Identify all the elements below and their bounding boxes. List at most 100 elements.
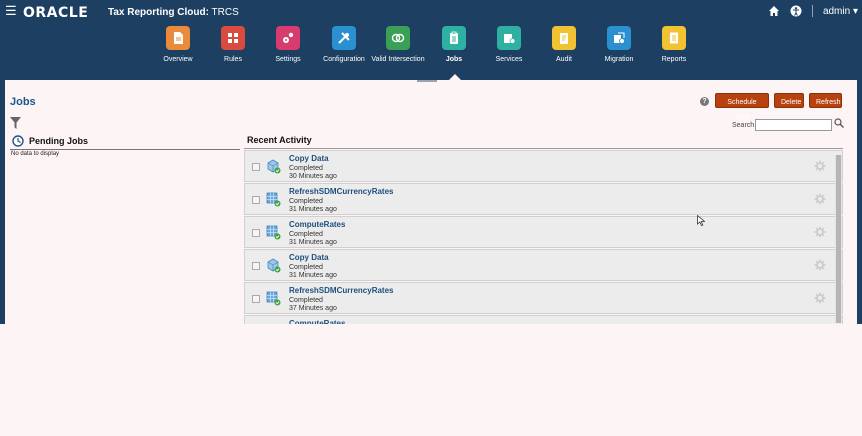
clipboard-icon [450, 31, 458, 44]
nav-tile[interactable] [497, 26, 521, 50]
job-time: 31 Minutes ago [289, 206, 337, 213]
grid-icon [228, 33, 238, 43]
ruleset-icon [266, 225, 281, 240]
nav-item-overview[interactable]: Overview [148, 26, 208, 63]
top-bar: ☰ ORACLE Tax Reporting Cloud: TRCS admin… [0, 0, 862, 80]
job-row[interactable]: ComputeRates Completed 31 Minutes ago [244, 216, 843, 248]
product-title: Tax Reporting Cloud: TRCS [108, 7, 239, 19]
job-row[interactable]: Copy Data Completed 31 Minutes ago [244, 249, 843, 281]
document-icon [174, 32, 183, 44]
gear-icon[interactable] [814, 292, 826, 304]
gears-icon [283, 32, 294, 43]
job-row[interactable]: RefreshSDMCurrencyRates Completed 37 Minut… [244, 282, 843, 314]
nav-tile[interactable] [221, 26, 245, 50]
oracle-logo: ORACLE [23, 5, 89, 21]
recent-scrollbar[interactable] [835, 155, 842, 323]
nav-tile[interactable] [662, 26, 686, 50]
user-menu[interactable]: admin ▾ [823, 6, 858, 17]
job-name[interactable]: ComputeRates [289, 319, 345, 324]
job-name[interactable]: Copy Data [289, 253, 329, 262]
nav-item-configuration[interactable]: Configuration [314, 26, 374, 63]
recent-activity-list: Copy Data Completed 30 Minutes ago RefreshS… [244, 148, 843, 324]
search-input[interactable] [755, 119, 832, 131]
product-env: TRCS [211, 7, 239, 18]
nav-tile[interactable] [276, 26, 300, 50]
gear-icon[interactable] [814, 193, 826, 205]
nav-item-rules[interactable]: Rules [203, 26, 263, 63]
nav-label: Migration [604, 56, 634, 63]
job-name[interactable]: RefreshSDMCurrencyRates [289, 187, 393, 196]
nav-item-services[interactable]: Services [479, 26, 539, 63]
ruleset-icon [265, 323, 281, 324]
row-checkbox[interactable] [252, 295, 260, 303]
job-status: Completed [289, 297, 323, 304]
job-status: Completed [289, 264, 323, 271]
nav-item-migration[interactable]: Migration [589, 26, 649, 63]
job-time: 31 Minutes ago [289, 239, 337, 246]
row-checkbox[interactable] [252, 262, 260, 270]
nav-bar: Overview Rules Settings Configuration Valid … [0, 26, 862, 70]
search-icon[interactable] [834, 118, 844, 128]
page-title: Jobs [10, 96, 36, 108]
schedule-jobs-button[interactable]: Schedule Jobs [715, 93, 769, 121]
nav-item-audit[interactable]: Audit [534, 26, 594, 63]
pending-empty-text: No data to display [11, 151, 60, 157]
job-time: 37 Minutes ago [289, 305, 337, 312]
right-frame [857, 80, 862, 324]
left-frame [0, 80, 5, 324]
tools-icon [338, 32, 350, 44]
job-status: Completed [289, 198, 323, 205]
help-icon[interactable]: ? [700, 97, 709, 106]
accessibility-icon[interactable] [790, 5, 802, 17]
product-name: Tax Reporting Cloud: [108, 7, 209, 18]
recent-scroll-thumb[interactable] [836, 155, 841, 323]
home-icon[interactable] [768, 5, 780, 17]
job-row[interactable]: ComputeRates [244, 315, 843, 324]
nav-label: Valid Intersection [371, 56, 425, 63]
ruleset-icon [266, 291, 281, 306]
job-name[interactable]: RefreshSDMCurrencyRates [289, 286, 393, 295]
nav-tile[interactable] [607, 26, 631, 50]
intersection-icon [391, 33, 405, 43]
user-name: admin [822, 5, 851, 17]
nav-item-valid-intersection[interactable]: Valid Intersection [368, 26, 428, 63]
nav-label: Configuration [323, 56, 365, 63]
refresh-button[interactable]: Refresh [809, 93, 842, 108]
gear-icon[interactable] [814, 160, 826, 172]
nav-tile[interactable] [166, 26, 190, 50]
copy-data-icon [267, 159, 281, 174]
nav-tile[interactable] [552, 26, 576, 50]
job-name[interactable]: ComputeRates [289, 220, 345, 229]
row-checkbox[interactable] [252, 196, 260, 204]
nav-item-reports[interactable]: Reports [644, 26, 704, 63]
header-actions: admin ▾ [768, 5, 858, 17]
gear-icon[interactable] [814, 259, 826, 271]
nav-label: Audit [556, 56, 572, 63]
nav-tile[interactable] [386, 26, 410, 50]
job-time: 31 Minutes ago [289, 272, 337, 279]
job-row[interactable]: Copy Data Completed 30 Minutes ago [244, 150, 843, 182]
migration-icon [614, 32, 625, 44]
delete-button[interactable]: Delete [774, 93, 804, 108]
nav-tile[interactable] [332, 26, 356, 50]
pending-jobs-header: Pending Jobs [10, 133, 240, 150]
row-checkbox[interactable] [252, 229, 260, 237]
nav-label: Services [495, 56, 523, 63]
filter-icon[interactable] [10, 117, 21, 129]
menu-icon[interactable]: ☰ [5, 4, 17, 18]
nav-item-settings[interactable]: Settings [258, 26, 318, 63]
nav-label: Settings [275, 56, 301, 63]
search-label: Search [732, 122, 755, 129]
job-row[interactable]: RefreshSDMCurrencyRates Completed 31 Minut… [244, 183, 843, 215]
gear-icon[interactable] [814, 226, 826, 238]
copy-data-icon [267, 258, 281, 273]
nav-tile[interactable] [442, 26, 466, 50]
job-name[interactable]: Copy Data [289, 154, 329, 163]
nav-label: Reports [661, 56, 687, 63]
audit-icon [560, 33, 568, 44]
nav-item-jobs[interactable]: Jobs [424, 26, 484, 63]
collapse-handle[interactable] [417, 80, 437, 82]
job-status: Completed [289, 165, 323, 172]
row-checkbox[interactable] [252, 163, 260, 171]
nav-label: Jobs [445, 56, 463, 63]
